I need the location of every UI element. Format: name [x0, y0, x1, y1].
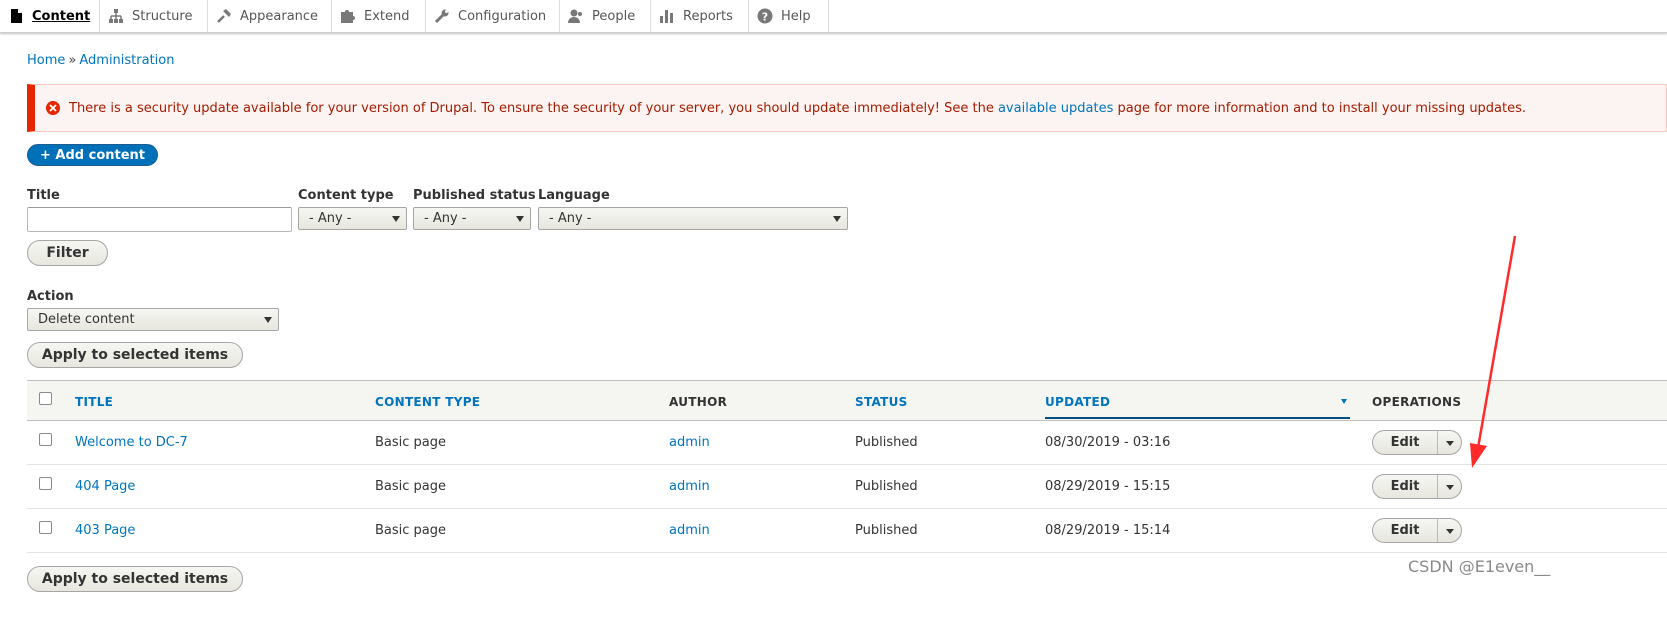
- table-row: 403 Page Basic page admin Published 08/2…: [27, 509, 1667, 553]
- toolbar-label: Help: [781, 8, 811, 24]
- chevron-down-icon: [264, 317, 272, 323]
- appearance-icon: [216, 8, 232, 24]
- content-table: Title Content type Author Status Updated…: [27, 380, 1667, 553]
- toolbar-label: Configuration: [458, 8, 547, 24]
- table-header: Title Content type Author Status Updated…: [27, 380, 1667, 421]
- row-status: Published: [855, 479, 918, 494]
- toolbar-label: Reports: [683, 8, 733, 24]
- filter-button[interactable]: Filter: [27, 240, 108, 266]
- toolbar-tab-help[interactable]: ? Help: [749, 0, 829, 32]
- row-status: Published: [855, 523, 918, 538]
- row-updated: 08/30/2019 - 03:16: [1045, 435, 1171, 450]
- breadcrumb-home-link[interactable]: Home: [27, 53, 65, 68]
- row-author-link[interactable]: admin: [669, 523, 710, 538]
- svg-text:?: ?: [762, 11, 768, 24]
- toolbar-label: Appearance: [240, 8, 319, 24]
- breadcrumb-administration-link[interactable]: Administration: [79, 53, 174, 68]
- structure-icon: [108, 8, 124, 24]
- reports-icon: [659, 8, 675, 24]
- toolbar-tab-structure[interactable]: Structure: [100, 0, 208, 32]
- admin-toolbar: Content Structure Appearance Extend Conf…: [0, 0, 1667, 33]
- help-icon: ?: [757, 8, 773, 24]
- toolbar-tab-extend[interactable]: Extend: [332, 0, 426, 32]
- row-status: Published: [855, 435, 918, 450]
- row-checkbox[interactable]: [39, 477, 52, 490]
- select-all-checkbox[interactable]: [39, 392, 52, 405]
- row-operations-dropbutton: Edit: [1372, 518, 1462, 543]
- content-type-selected: - Any -: [309, 211, 352, 226]
- operations-toggle-chevron-down-icon[interactable]: [1438, 519, 1461, 542]
- row-checkbox[interactable]: [39, 433, 52, 446]
- people-icon: [568, 8, 584, 24]
- row-title-link[interactable]: 404 Page: [75, 479, 135, 494]
- language-selected: - Any -: [549, 211, 592, 226]
- row-content-type: Basic page: [375, 523, 447, 538]
- row-author-link[interactable]: admin: [669, 479, 710, 494]
- toolbar-label: Structure: [132, 8, 193, 24]
- toolbar-tab-appearance[interactable]: Appearance: [208, 0, 332, 32]
- toolbar-label: Content: [32, 8, 91, 24]
- content-type-filter-label: Content type: [298, 188, 394, 203]
- column-header-status[interactable]: Status: [855, 395, 908, 409]
- table-row: Welcome to DC-7 Basic page admin Publish…: [27, 421, 1667, 465]
- row-content-type: Basic page: [375, 435, 447, 450]
- chevron-down-icon: [833, 216, 841, 222]
- column-header-updated[interactable]: Updated: [1045, 395, 1110, 409]
- table-row: 404 Page Basic page admin Published 08/2…: [27, 465, 1667, 509]
- edit-button[interactable]: Edit: [1373, 431, 1438, 454]
- chevron-down-icon: [516, 216, 524, 222]
- toolbar-label: People: [592, 8, 636, 24]
- row-title-link[interactable]: 403 Page: [75, 523, 135, 538]
- breadcrumb-separator: »: [68, 53, 77, 68]
- published-status-selected: - Any -: [424, 211, 467, 226]
- language-select[interactable]: - Any -: [538, 207, 848, 230]
- action-selected: Delete content: [38, 312, 135, 327]
- column-header-title[interactable]: Title: [75, 395, 113, 409]
- watermark: CSDN @E1even__: [1408, 557, 1551, 576]
- row-content-type: Basic page: [375, 479, 447, 494]
- error-icon: [45, 100, 61, 116]
- active-sort-indicator: [1045, 417, 1350, 419]
- content-icon: [8, 8, 24, 24]
- chevron-down-icon: [392, 216, 400, 222]
- published-status-select[interactable]: - Any -: [413, 207, 531, 230]
- language-filter-label: Language: [538, 188, 610, 203]
- column-header-author: Author: [669, 395, 728, 409]
- row-operations-dropbutton: Edit: [1372, 430, 1462, 455]
- available-updates-link[interactable]: available updates: [998, 101, 1113, 116]
- row-updated: 08/29/2019 - 15:15: [1045, 479, 1171, 494]
- content-type-select[interactable]: - Any -: [298, 207, 407, 230]
- sort-descending-icon: [1341, 399, 1347, 404]
- message-text-before: There is a security update available for…: [69, 100, 994, 116]
- row-checkbox[interactable]: [39, 521, 52, 534]
- action-label: Action: [27, 289, 74, 304]
- column-header-content-type[interactable]: Content type: [375, 395, 480, 409]
- edit-button[interactable]: Edit: [1373, 475, 1438, 498]
- row-updated: 08/29/2019 - 15:14: [1045, 523, 1171, 538]
- extend-icon: [340, 8, 356, 24]
- column-header-operations: Operations: [1372, 395, 1462, 409]
- action-select[interactable]: Delete content: [27, 308, 279, 331]
- apply-to-selected-items-button-top[interactable]: Apply to selected items: [27, 342, 243, 368]
- toolbar-tab-reports[interactable]: Reports: [651, 0, 749, 32]
- toolbar-tab-people[interactable]: People: [560, 0, 651, 32]
- breadcrumb: Home» Administration: [27, 53, 175, 68]
- edit-button[interactable]: Edit: [1373, 519, 1438, 542]
- add-content-button[interactable]: + Add content: [27, 144, 159, 166]
- published-status-filter-label: Published status: [413, 188, 536, 203]
- configuration-icon: [434, 8, 450, 24]
- operations-toggle-chevron-down-icon[interactable]: [1438, 431, 1461, 454]
- message-text-after: page for more information and to install…: [1117, 100, 1527, 116]
- row-author-link[interactable]: admin: [669, 435, 710, 450]
- apply-to-selected-items-button-bottom[interactable]: Apply to selected items: [27, 566, 243, 592]
- toolbar-tab-content[interactable]: Content: [0, 0, 100, 32]
- toolbar-label: Extend: [364, 8, 410, 24]
- title-filter-label: Title: [27, 188, 60, 203]
- operations-toggle-chevron-down-icon[interactable]: [1438, 475, 1461, 498]
- row-title-link[interactable]: Welcome to DC-7: [75, 435, 188, 450]
- toolbar-tab-configuration[interactable]: Configuration: [426, 0, 560, 32]
- row-operations-dropbutton: Edit: [1372, 474, 1462, 499]
- title-filter-input[interactable]: [27, 207, 292, 232]
- security-update-error-message: There is a security update available for…: [27, 84, 1667, 132]
